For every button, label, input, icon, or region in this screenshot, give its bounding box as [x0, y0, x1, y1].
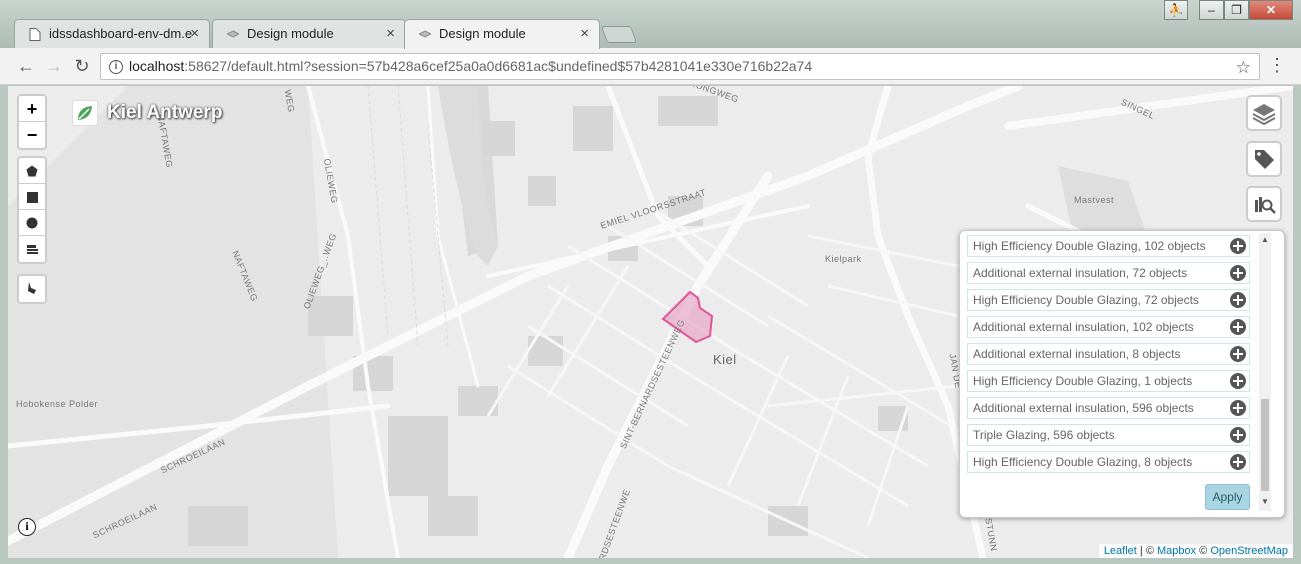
new-tab-button[interactable]: [600, 26, 638, 43]
tab-idssdashboard[interactable]: idssdashboard-env-dm.e ×: [14, 19, 210, 48]
attribution-separator: | ©: [1136, 545, 1157, 557]
select-objects-button[interactable]: [19, 236, 45, 262]
polygon-icon: [26, 165, 38, 177]
panel-scrollbar[interactable]: ▲ ▼: [1259, 233, 1271, 511]
leaflet-link[interactable]: Leaflet: [1104, 545, 1137, 557]
tab-strip: idssdashboard-env-dm.e × Design module ×…: [0, 0, 1301, 49]
measure-item[interactable]: High Efficiency Double Glazing, 72 objec…: [967, 289, 1250, 311]
measure-item[interactable]: Additional external insulation, 102 obje…: [967, 316, 1250, 338]
map-label: Hobokense Polder: [16, 399, 99, 409]
browser-window: idssdashboard-env-dm.e × Design module ×…: [0, 0, 1301, 564]
add-icon[interactable]: [1230, 373, 1246, 389]
measure-label: High Efficiency Double Glazing, 8 object…: [973, 455, 1193, 469]
square-icon: [26, 192, 38, 203]
tool-control: [17, 274, 47, 304]
close-window-button[interactable]: ✕: [1249, 0, 1293, 20]
measure-label: Additional external insulation, 8 object…: [973, 347, 1181, 361]
measure-tool-button[interactable]: [19, 276, 45, 302]
map-label: Kiel: [713, 352, 737, 367]
tab-label: Design module: [439, 26, 526, 41]
maximize-button[interactable]: ❐: [1224, 0, 1249, 20]
forward-arrow-icon[interactable]: →: [43, 56, 65, 77]
measure-item[interactable]: Additional external insulation, 72 objec…: [967, 262, 1250, 284]
measure-label: High Efficiency Double Glazing, 1 object…: [973, 374, 1193, 388]
back-arrow-icon[interactable]: ←: [15, 56, 37, 77]
map-label: Mastvest: [1074, 195, 1115, 205]
measures-panel: High Efficiency Double Glazing, 102 obje…: [959, 230, 1285, 518]
url-host: localhost: [129, 58, 185, 74]
map-label: Kielpark: [825, 254, 862, 264]
openstreetmap-link[interactable]: OpenStreetMap: [1210, 545, 1288, 557]
tab-label: Design module: [247, 26, 334, 41]
add-icon[interactable]: [1230, 319, 1246, 335]
info-icon[interactable]: i: [109, 60, 123, 74]
address-bar[interactable]: i localhost:58627/default.html?session=5…: [100, 53, 1260, 80]
add-icon[interactable]: [1230, 427, 1246, 443]
measure-label: Additional external insulation, 596 obje…: [973, 401, 1194, 415]
chart-search-icon: [1255, 197, 1276, 214]
page-icon: [29, 28, 41, 41]
add-icon[interactable]: [1230, 238, 1246, 254]
scroll-down-arrow-icon[interactable]: ▼: [1259, 495, 1271, 509]
leaf-icon: [78, 106, 92, 120]
map-view[interactable]: WEG RONGWEG NAFTAWEG OLIEWEG NAFTAWEG OL…: [8, 86, 1293, 558]
reload-icon[interactable]: ↻: [71, 56, 93, 77]
tab-design-module-1[interactable]: Design module ×: [212, 19, 406, 48]
measures-button[interactable]: [1246, 141, 1282, 177]
stack-icon: [26, 245, 38, 254]
draw-polygon-button[interactable]: [19, 158, 45, 184]
zoom-out-button[interactable]: −: [19, 122, 45, 148]
case-name: Kiel Antwerp: [107, 102, 223, 123]
user-icon[interactable]: ⛹: [1164, 0, 1188, 20]
info-icon[interactable]: i: [18, 518, 36, 536]
url-rest: :58627/default.html?session=57b428a6cef2…: [184, 58, 813, 74]
minimize-button[interactable]: –: [1199, 0, 1224, 20]
circle-icon: [26, 217, 38, 229]
map-attribution: Leaflet | © Mapbox © OpenStreetMap: [1098, 544, 1293, 558]
zoom-in-button[interactable]: +: [19, 96, 45, 122]
measure-label: High Efficiency Double Glazing, 72 objec…: [973, 293, 1199, 307]
tab-design-module-2[interactable]: Design module ×: [404, 19, 600, 49]
measure-label: Additional external insulation, 72 objec…: [973, 266, 1188, 280]
draw-circle-button[interactable]: [19, 210, 45, 236]
analysis-button[interactable]: [1246, 186, 1282, 222]
layers-icon: [1252, 104, 1276, 126]
apply-button[interactable]: Apply: [1205, 484, 1250, 510]
add-icon[interactable]: [1230, 400, 1246, 416]
measure-item[interactable]: High Efficiency Double Glazing, 1 object…: [967, 370, 1250, 392]
measure-item[interactable]: Additional external insulation, 596 obje…: [967, 397, 1250, 419]
scroll-up-arrow-icon[interactable]: ▲: [1259, 233, 1271, 247]
more-menu-icon[interactable]: ⋮: [1268, 56, 1286, 74]
measure-item[interactable]: High Efficiency Double Glazing, 8 object…: [967, 451, 1250, 473]
add-icon[interactable]: [1230, 292, 1246, 308]
layers-icon: [419, 30, 431, 38]
mapbox-link[interactable]: Mapbox: [1157, 545, 1196, 557]
measure-item[interactable]: High Efficiency Double Glazing, 102 obje…: [967, 235, 1250, 257]
attribution-separator: ©: [1196, 545, 1211, 557]
close-tab-icon[interactable]: ×: [580, 25, 589, 42]
close-tab-icon[interactable]: ×: [386, 25, 395, 42]
close-tab-icon[interactable]: ×: [190, 25, 199, 42]
measure-label: Triple Glazing, 596 objects: [973, 428, 1115, 442]
tag-icon: [1255, 150, 1274, 169]
tab-label: idssdashboard-env-dm.e: [49, 26, 193, 41]
layers-icon: [227, 30, 239, 38]
bookmark-star-icon[interactable]: ☆: [1236, 55, 1251, 80]
measure-label: High Efficiency Double Glazing, 102 obje…: [973, 239, 1206, 253]
draw-rectangle-button[interactable]: [19, 184, 45, 210]
zoom-control: + −: [17, 94, 47, 150]
measure-label: Additional external insulation, 102 obje…: [973, 320, 1194, 334]
scrollbar-thumb[interactable]: [1261, 399, 1269, 491]
add-icon[interactable]: [1230, 346, 1246, 362]
draw-toolbar: [17, 156, 47, 264]
add-icon[interactable]: [1230, 265, 1246, 281]
measure-item[interactable]: Triple Glazing, 596 objects: [967, 424, 1250, 446]
browser-toolbar: ← → ↻ i localhost:58627/default.html?ses…: [0, 48, 1301, 85]
measure-item[interactable]: Additional external insulation, 8 object…: [967, 343, 1250, 365]
layers-button[interactable]: [1246, 95, 1282, 131]
case-logo: [72, 100, 98, 126]
add-icon[interactable]: [1230, 454, 1246, 470]
pointer-icon: [28, 282, 36, 294]
